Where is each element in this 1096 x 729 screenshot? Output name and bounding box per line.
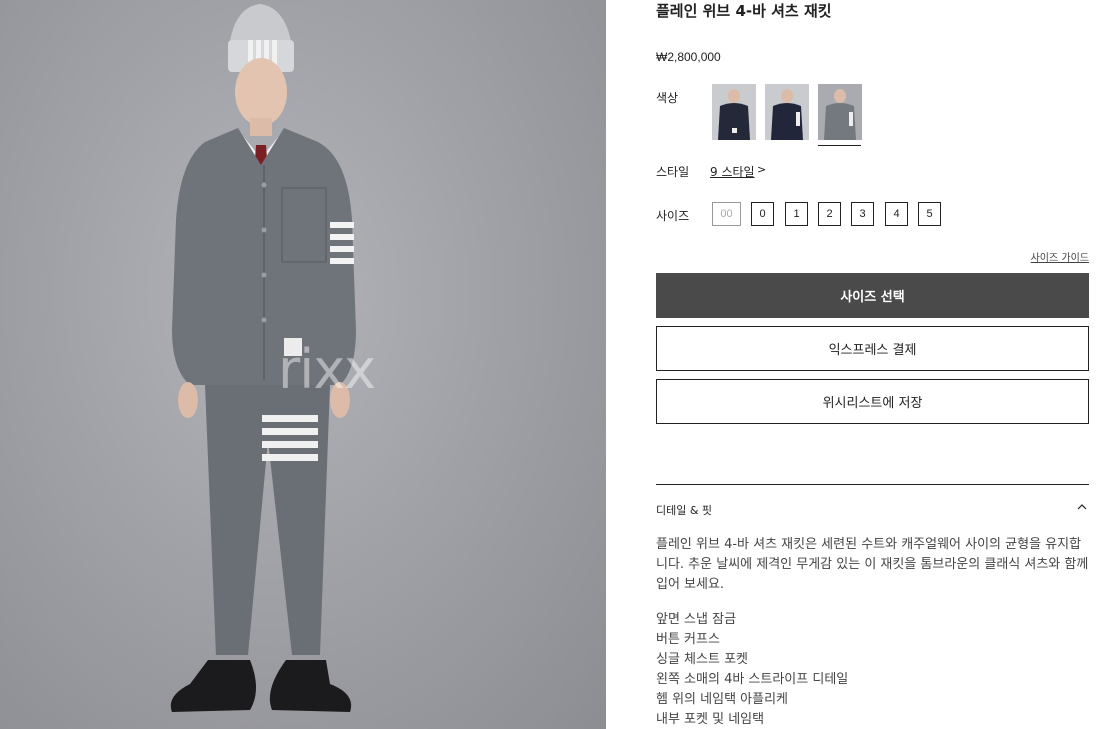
color-swatch-grey[interactable] — [818, 84, 862, 140]
list-item: 앞면 스냅 잠금 — [656, 612, 737, 627]
size-guide-link[interactable]: 사이즈 가이드 — [1031, 249, 1089, 264]
size-option-5[interactable]: 5 — [918, 202, 941, 226]
chevron-up-icon[interactable] — [1075, 500, 1089, 514]
style-label: 스타일 — [656, 165, 690, 179]
size-label: 사이즈 — [656, 209, 690, 223]
swatch-image — [712, 84, 756, 140]
size-option-4[interactable]: 4 — [885, 202, 908, 226]
color-swatch-navy-alt[interactable] — [765, 84, 809, 140]
details-description: 플레인 위브 4-바 셔츠 재킷은 세련된 수트와 캐주얼웨어 사이의 균형을 … — [656, 537, 1089, 592]
swatch-image — [765, 84, 809, 140]
size-option-1[interactable]: 1 — [785, 202, 808, 226]
watermark: rixx — [278, 338, 376, 401]
list-item: 왼쪽 소매의 4바 스트라이프 디테일 — [656, 672, 849, 687]
list-item: 버튼 커프스 — [656, 632, 720, 647]
color-swatch-navy[interactable] — [712, 84, 756, 140]
chevron-right-icon: > — [757, 163, 767, 176]
product-title: 플레인 위브 4-바 셔츠 재킷 — [656, 2, 832, 20]
feature-list: 앞면 스냅 잠금 버튼 커프스 싱글 체스트 포켓 왼쪽 소매의 4바 스트라이… — [656, 610, 848, 729]
save-wishlist-button[interactable]: 위시리스트에 저장 — [656, 379, 1089, 424]
swatch-image — [818, 84, 862, 140]
color-label: 색상 — [656, 91, 679, 105]
list-item: 싱글 체스트 포켓 — [656, 652, 748, 667]
express-checkout-button[interactable]: 익스프레스 결제 — [656, 326, 1089, 371]
select-size-button[interactable]: 사이즈 선택 — [656, 273, 1089, 318]
product-price: ₩2,800,000 — [656, 50, 721, 64]
list-item: 내부 포켓 및 네임택 — [656, 712, 765, 727]
product-image[interactable]: rixx — [0, 0, 606, 729]
product-info-panel: 플레인 위브 4-바 셔츠 재킷 ₩2,800,000 색상 스타일 9 스타일… — [656, 0, 1089, 729]
divider — [656, 484, 1089, 485]
size-option-0[interactable]: 0 — [751, 202, 774, 226]
style-link[interactable]: 9 스타일 — [710, 163, 755, 180]
size-option-2[interactable]: 2 — [818, 202, 841, 226]
size-option-3[interactable]: 3 — [851, 202, 874, 226]
size-option-00[interactable]: 00 — [712, 202, 741, 226]
list-item: 헴 위의 네임택 아플리케 — [656, 692, 788, 707]
selected-swatch-indicator — [818, 145, 861, 146]
details-accordion-title[interactable]: 디테일 & 핏 — [656, 502, 712, 518]
